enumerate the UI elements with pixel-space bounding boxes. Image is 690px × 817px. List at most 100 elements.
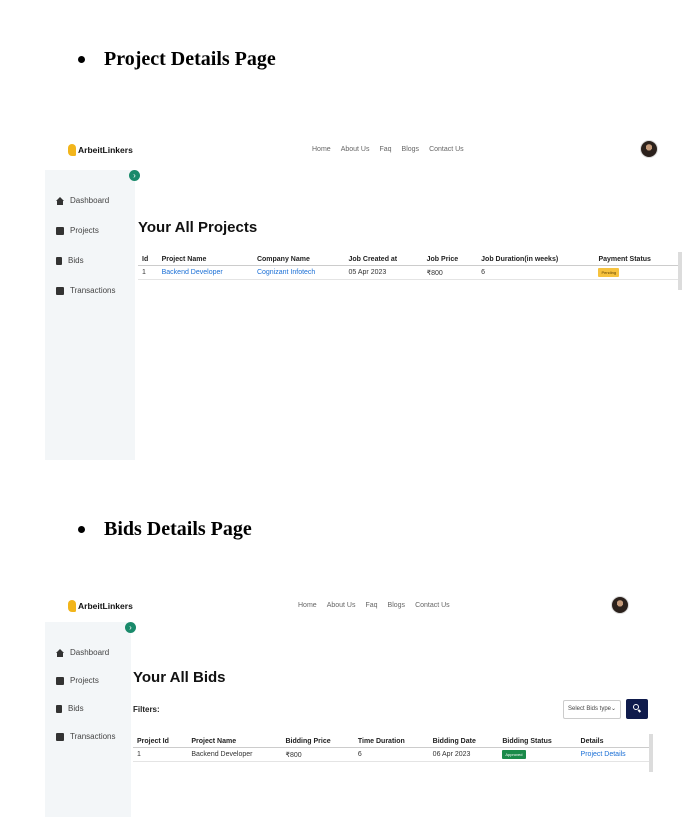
chevron-down-icon: ⌄ — [611, 706, 617, 712]
sidebar-item-label: Projects — [70, 676, 99, 685]
sidebar-item-projects[interactable]: Projects — [56, 676, 99, 685]
sidebar-item-label: Projects — [70, 226, 99, 235]
user-avatar[interactable] — [640, 140, 658, 158]
sidebar-item-bids[interactable]: Bids — [56, 256, 84, 265]
cell-duration: 6 — [477, 265, 595, 280]
filters-label: Filters: — [133, 705, 160, 714]
logo-icon — [68, 144, 76, 156]
sidebar-item-dashboard[interactable]: Dashboard — [56, 648, 109, 657]
project-details-link[interactable]: Project Details — [576, 747, 649, 762]
sidebar-item-transactions[interactable]: Transactions — [56, 732, 116, 741]
sidebar-item-label: Transactions — [70, 732, 116, 741]
cell-price: ₹800 — [422, 265, 478, 280]
table-header-row: Project Id Project Name Bidding Price Ti… — [133, 736, 649, 748]
wallet-icon — [56, 732, 64, 741]
cell-date: 06 Apr 2023 — [428, 747, 499, 762]
top-navbar: ArbeitLinkers Home About Us Faq Blogs Co… — [45, 588, 685, 622]
cell-price: ₹800 — [281, 747, 354, 762]
top-navbar: ArbeitLinkers Home About Us Faq Blogs Co… — [45, 132, 685, 166]
nav-link-home[interactable]: Home — [298, 602, 317, 609]
column-header: Time Duration — [353, 736, 429, 748]
nav-link-home[interactable]: Home — [312, 146, 331, 153]
sidebar-item-dashboard[interactable]: Dashboard — [56, 196, 109, 205]
main-nav: Home About Us Faq Blogs Contact Us — [298, 602, 450, 609]
project-name-link[interactable]: Backend Developer — [157, 265, 253, 280]
nav-link-contact[interactable]: Contact Us — [429, 146, 464, 153]
cell-project-id: 1 — [133, 747, 188, 762]
column-header: Project Id — [133, 736, 188, 748]
column-header: Company Name — [252, 254, 345, 266]
cell-id: 1 — [138, 265, 158, 280]
column-header: Id — [138, 254, 158, 266]
column-header: Job Duration(in weeks) — [477, 254, 595, 266]
bids-table: Project Id Project Name Bidding Price Ti… — [133, 736, 649, 762]
nav-link-faq[interactable]: Faq — [379, 146, 391, 153]
status-badge: Pending — [598, 268, 620, 277]
column-header: Job Created at — [344, 254, 423, 266]
brand-name: ArbeitLinkers — [78, 601, 133, 611]
status-badge: Approved — [502, 750, 526, 759]
sidebar-item-projects[interactable]: Projects — [56, 226, 99, 235]
page-title: Your All Bids — [133, 669, 226, 686]
cell-duration: 6 — [353, 747, 429, 762]
sidebar: › Dashboard Projects Bids Transactions — [45, 170, 140, 460]
sidebar-item-transactions[interactable]: Transactions — [56, 286, 116, 295]
brand-logo[interactable]: ArbeitLinkers — [68, 600, 133, 612]
column-header: Job Price — [422, 254, 478, 266]
bids-type-select[interactable]: Select Bids type⌄ — [563, 700, 621, 719]
nav-link-about[interactable]: About Us — [341, 146, 370, 153]
section-heading-bids: Bids Details Page — [78, 518, 252, 541]
cell-status: Pending — [594, 265, 678, 280]
user-avatar[interactable] — [611, 596, 629, 614]
bullet-icon — [78, 526, 85, 533]
sidebar-item-label: Dashboard — [70, 196, 110, 205]
cell-project-name: Backend Developer — [187, 747, 282, 762]
document-icon — [56, 704, 62, 713]
nav-link-blogs[interactable]: Blogs — [402, 146, 420, 153]
brand-logo[interactable]: ArbeitLinkers — [68, 144, 133, 156]
search-button[interactable] — [626, 699, 648, 719]
table-row: 1 Backend Developer Cognizant Infotech 0… — [138, 265, 678, 280]
column-header: Details — [576, 736, 649, 748]
briefcase-icon — [56, 676, 64, 685]
table-header-row: Id Project Name Company Name Job Created… — [138, 254, 678, 266]
projects-table: Id Project Name Company Name Job Created… — [138, 254, 678, 280]
nav-link-about[interactable]: About Us — [327, 602, 356, 609]
column-header: Project Name — [157, 254, 253, 266]
sidebar-item-label: Bids — [68, 704, 84, 713]
table-row: 1 Backend Developer ₹800 6 06 Apr 2023 A… — [133, 747, 649, 762]
company-name-link[interactable]: Cognizant Infotech — [252, 265, 345, 280]
home-icon — [56, 196, 64, 205]
logo-icon — [68, 600, 76, 612]
briefcase-icon — [56, 226, 64, 235]
sidebar-item-bids[interactable]: Bids — [56, 704, 84, 713]
page-title: Your All Projects — [138, 219, 258, 236]
section-heading-text: Bids Details Page — [104, 518, 252, 540]
sidebar: › Dashboard Projects Bids Transactions — [45, 622, 136, 817]
table-scrollbar[interactable] — [678, 252, 682, 290]
column-header: Bidding Price — [281, 736, 354, 748]
cell-status: Approved — [498, 747, 577, 762]
document-icon — [56, 256, 62, 265]
column-header: Bidding Status — [498, 736, 577, 748]
column-header: Project Name — [187, 736, 282, 748]
nav-link-blogs[interactable]: Blogs — [388, 602, 406, 609]
column-header: Bidding Date — [428, 736, 499, 748]
section-heading-project: Project Details Page — [78, 48, 276, 71]
bullet-icon — [78, 56, 85, 63]
cell-created: 05 Apr 2023 — [344, 265, 423, 280]
sidebar-item-label: Transactions — [70, 286, 116, 295]
select-value: Select Bids type — [568, 706, 612, 712]
section-heading-text: Project Details Page — [104, 48, 276, 70]
sidebar-toggle-icon[interactable]: › — [125, 622, 136, 633]
main-nav: Home About Us Faq Blogs Contact Us — [312, 146, 464, 153]
nav-link-faq[interactable]: Faq — [365, 602, 377, 609]
nav-link-contact[interactable]: Contact Us — [415, 602, 450, 609]
sidebar-item-label: Dashboard — [70, 648, 110, 657]
sidebar-toggle-icon[interactable]: › — [129, 170, 140, 181]
home-icon — [56, 648, 64, 657]
column-header: Payment Status — [594, 254, 678, 266]
wallet-icon — [56, 286, 64, 295]
table-scrollbar[interactable] — [649, 734, 653, 772]
sidebar-item-label: Bids — [68, 256, 84, 265]
